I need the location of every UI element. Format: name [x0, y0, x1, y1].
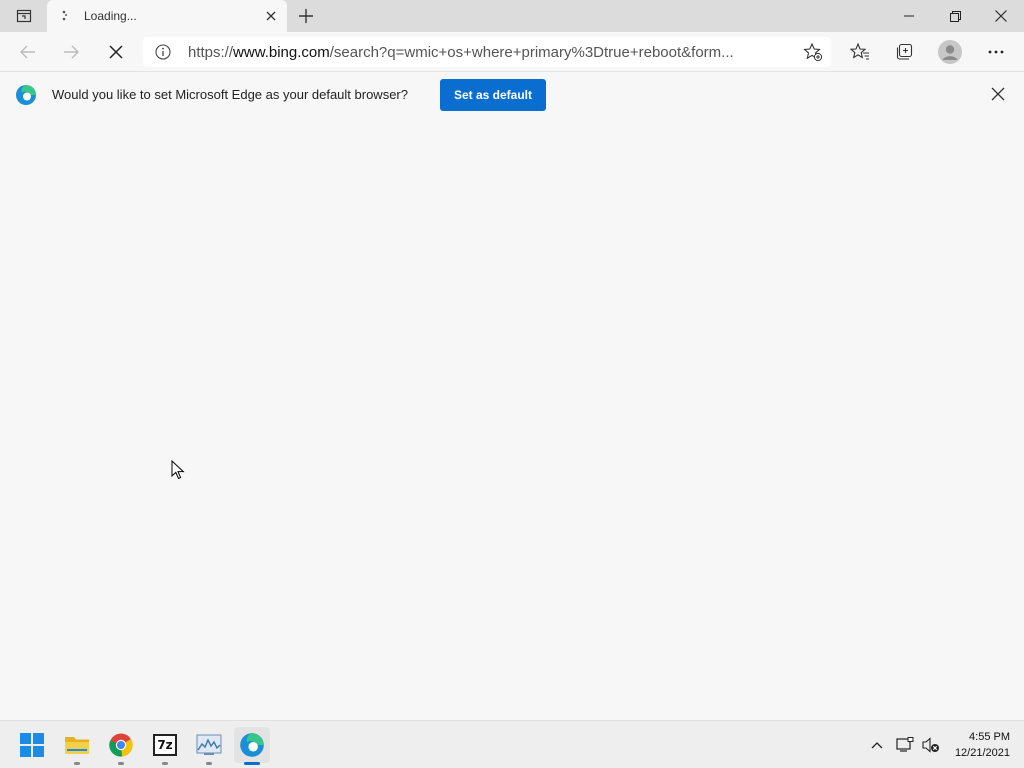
infobar-close-button[interactable]	[991, 87, 1007, 103]
url-path: /search?q=wmic+os+where+primary%3Dtrue+r…	[329, 44, 734, 61]
collections-button[interactable]	[888, 36, 920, 68]
star-add-icon	[803, 42, 823, 62]
close-icon	[991, 87, 1005, 101]
clock-date: 12/21/2021	[954, 747, 1010, 759]
resource-monitor-icon	[196, 734, 222, 755]
infobar-message: Would you like to set Microsoft Edge as …	[52, 87, 408, 102]
running-indicator	[74, 762, 80, 765]
restore-icon	[949, 10, 961, 22]
stop-icon	[109, 45, 123, 59]
taskbar-edge[interactable]	[234, 727, 270, 765]
taskbar: 7z 4:55 PM 12/21/2021	[0, 720, 1024, 768]
edge-logo-icon	[16, 85, 36, 105]
back-arrow-icon	[20, 45, 35, 59]
info-icon[interactable]	[155, 44, 171, 60]
url-prefix: https://	[188, 44, 234, 61]
chevron-up-icon	[871, 742, 883, 749]
new-tab-button[interactable]	[294, 4, 318, 28]
tab-active[interactable]: Loading...	[47, 0, 287, 32]
tab-close-button[interactable]	[263, 8, 279, 24]
network-status[interactable]	[895, 735, 915, 755]
favorites-button[interactable]	[844, 36, 876, 68]
back-button[interactable]	[12, 36, 44, 68]
restore-button[interactable]	[932, 0, 978, 32]
minimize-icon	[904, 15, 914, 17]
7zip-icon: 7z	[153, 734, 177, 756]
taskbar-monitor-app[interactable]	[191, 727, 227, 765]
avatar-icon	[938, 40, 962, 64]
more-dots-icon	[988, 50, 1004, 54]
volume-status[interactable]	[921, 735, 941, 755]
show-hidden-icons-button[interactable]	[867, 735, 887, 755]
tab-strip: Loading...	[0, 0, 1024, 32]
set-as-default-button[interactable]: Set as default	[440, 79, 546, 111]
folder-icon	[65, 737, 89, 754]
profile-button[interactable]	[934, 36, 966, 68]
tab-actions-button[interactable]	[8, 4, 40, 28]
running-indicator	[118, 762, 124, 765]
default-browser-infobar: Would you like to set Microsoft Edge as …	[0, 72, 1024, 118]
add-favorite-button[interactable]	[803, 42, 823, 62]
tab-title: Loading...	[84, 9, 137, 23]
collections-icon	[896, 43, 913, 60]
tab-actions-icon	[16, 9, 32, 23]
taskbar-file-explorer[interactable]	[59, 727, 95, 765]
page-content[interactable]	[0, 118, 1024, 720]
settings-menu-button[interactable]	[980, 36, 1012, 68]
volume-muted-icon	[922, 737, 939, 753]
favorites-icon	[850, 43, 869, 60]
taskbar-7zip[interactable]: 7z	[147, 727, 183, 765]
url-host: www.bing.com	[233, 44, 330, 61]
start-button[interactable]	[14, 727, 50, 763]
windows-start-icon	[20, 733, 44, 757]
system-clock[interactable]: 4:55 PM 12/21/2021	[955, 729, 1010, 761]
address-bar[interactable]: https://www.bing.com/search?q=wmic+os+wh…	[143, 37, 831, 67]
mouse-cursor-icon	[171, 460, 185, 480]
plus-icon	[299, 9, 313, 23]
window-close-button[interactable]	[978, 0, 1024, 32]
taskbar-chrome[interactable]	[103, 727, 139, 765]
chrome-icon	[109, 733, 133, 757]
close-icon	[995, 10, 1007, 22]
active-indicator	[244, 762, 260, 765]
clock-time: 4:55 PM	[969, 731, 1010, 743]
url-text[interactable]: https://www.bing.com/search?q=wmic+os+wh…	[188, 44, 788, 61]
loading-spinner-icon	[62, 10, 68, 21]
minimize-button[interactable]	[886, 0, 932, 32]
forward-button[interactable]	[55, 36, 87, 68]
forward-arrow-icon	[64, 45, 79, 59]
running-indicator	[162, 762, 168, 765]
stop-loading-button[interactable]	[100, 36, 132, 68]
edge-icon	[240, 733, 264, 757]
close-icon	[266, 11, 276, 21]
running-indicator	[206, 762, 212, 765]
browser-toolbar: https://www.bing.com/search?q=wmic+os+wh…	[0, 32, 1024, 72]
network-icon	[896, 737, 914, 752]
